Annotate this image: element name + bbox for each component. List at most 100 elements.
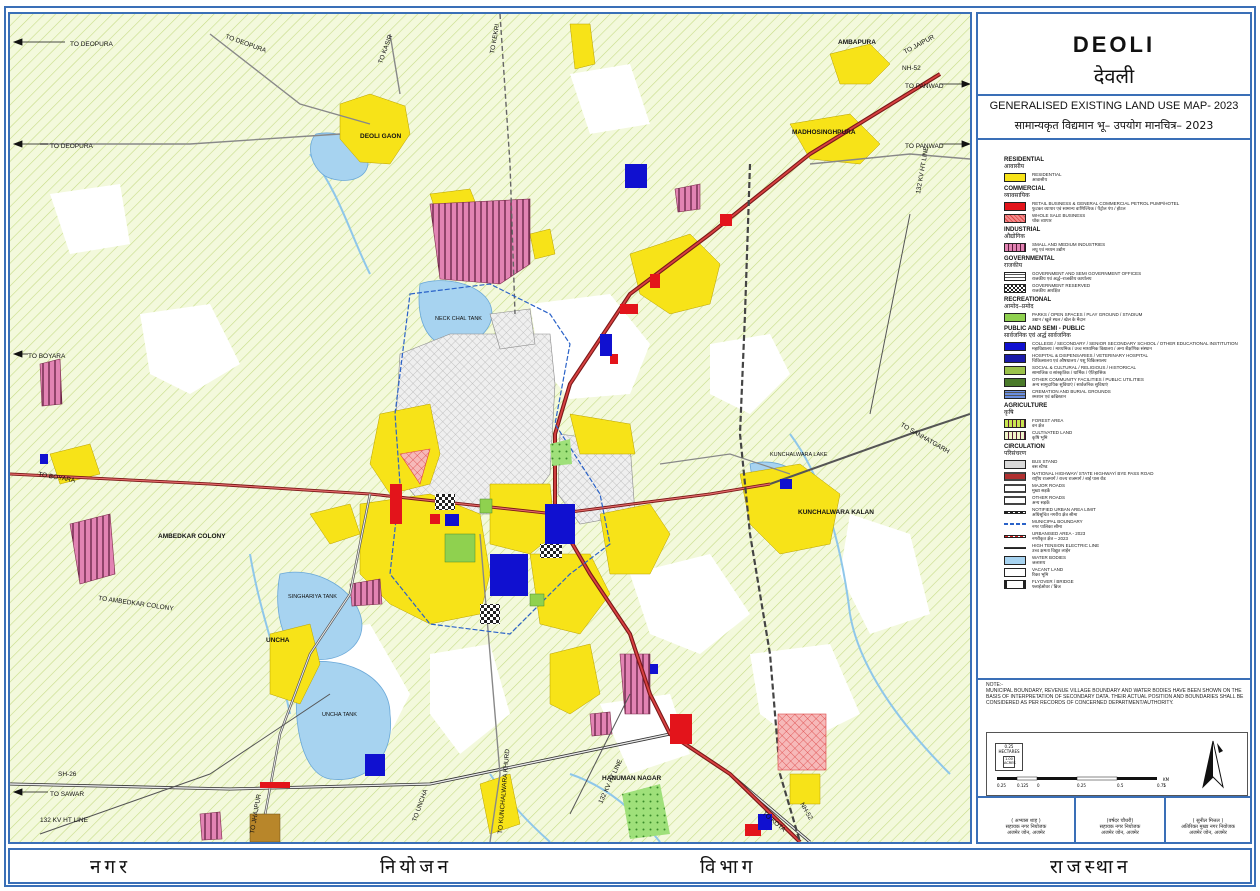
legend-label: RETAIL BUSINESS & GENERAL COMMERCIAL PET… bbox=[1032, 201, 1180, 211]
north-arrow-icon bbox=[1202, 740, 1224, 789]
legend-swatch bbox=[1004, 567, 1026, 577]
legend-item: FOREST AREA वन क्षेत्र bbox=[1004, 417, 1244, 429]
legend-swatch bbox=[1004, 213, 1026, 223]
legend-swatch bbox=[1004, 471, 1026, 481]
legend-label: COLLEGE / SECONDARY / SENIOR SECONDARY S… bbox=[1032, 341, 1238, 351]
scale-tick-label: 0.25 bbox=[997, 783, 1006, 788]
legend-item: NATIONAL HIGHWAY/ STATE HIGHWAY/ BYE PAS… bbox=[1004, 470, 1244, 482]
legend-group-heading: PUBLIC AND SEMI - PUBLIC bbox=[1004, 326, 1085, 332]
legend-swatch bbox=[1004, 365, 1026, 375]
legend-swatch bbox=[1004, 283, 1026, 293]
legend-swatch bbox=[1004, 555, 1026, 565]
scale-ticks: 0.25 0.125 0 0.25 0.5 0.75 1 bbox=[993, 783, 1193, 791]
legend-swatch bbox=[1004, 495, 1026, 505]
legend-item: GOVERNMENT AND SEMI GOVERNMENT OFFICES रा… bbox=[1004, 270, 1244, 282]
legend-label: NOTIFIED URBAN AREA LIMIT अधिसूचित नगरीय … bbox=[1032, 507, 1096, 517]
legend-group-heading: COMMERCIAL bbox=[1004, 186, 1046, 192]
legend-item: HOSPITAL & DISPENSARIES / VETERINARY HOS… bbox=[1004, 352, 1244, 364]
legend-group-heading-hindi: सार्वजनिक एवं अर्द्ध सार्वजनिक bbox=[1004, 333, 1071, 339]
label-madhosinghpura: MADHOSINGHPURA bbox=[792, 129, 856, 136]
legend-swatch bbox=[1004, 242, 1026, 252]
map-canvas[interactable]: TO DEOPURA TO DEOPURA TO DEOPURA TO KASI… bbox=[10, 14, 970, 842]
legend-label: PARKS / OPEN SPACES / PLAY GROUND / STAD… bbox=[1032, 312, 1143, 322]
legend-item: NOTIFIED URBAN AREA LIMIT अधिसूचित नगरीय … bbox=[1004, 506, 1244, 518]
note-text: MUNICIPAL BOUNDARY, REVENUE VILLAGE BOUN… bbox=[986, 688, 1244, 706]
legend-swatch bbox=[1004, 389, 1026, 399]
legend-item: WATER BODIES जलाशय bbox=[1004, 554, 1244, 566]
legend-item: OTHER ROADS अन्य सड़कें bbox=[1004, 494, 1244, 506]
legend-item: CREMATION AND BURIAL GROUNDS श्मशान एवं क… bbox=[1004, 388, 1244, 400]
scale-tick-label: 0.5 bbox=[1117, 783, 1124, 788]
legend-item: FLYOVER / BRIDGE फ्लाईओवर / ब्रिज bbox=[1004, 578, 1244, 590]
scale-area-hectares: 0.25 HECTARES bbox=[998, 744, 1020, 754]
divider bbox=[978, 678, 1250, 680]
legend-swatch bbox=[1004, 201, 1026, 211]
label-ambedkar-colony: AMBEDKAR COLONY bbox=[158, 533, 226, 540]
legend-label: MUNICIPAL BOUNDARY नगर पालिका सीमा bbox=[1032, 519, 1083, 529]
legend-label: MAJOR ROADS मुख्य सड़कें bbox=[1032, 483, 1066, 493]
legend-item: CULTIVATED LAND कृषि भूमि bbox=[1004, 429, 1244, 441]
label-to-sawar: TO SAWAR bbox=[50, 791, 84, 798]
legend-item: VACANT LAND रिक्त भूमि bbox=[1004, 566, 1244, 578]
legend-item: SOCIAL & CULTURAL / RELIGIOUS / HISTORIC… bbox=[1004, 364, 1244, 376]
legend-item: RESIDENTIAL आवासीय bbox=[1004, 171, 1244, 183]
label-to-deopura-1: TO DEOPURA bbox=[70, 41, 114, 48]
signature-office: अजमेर जोन, अजमेर bbox=[1189, 830, 1227, 836]
legend-label: WATER BODIES जलाशय bbox=[1032, 555, 1067, 565]
footer-word-3: विभाग bbox=[700, 856, 757, 878]
legend-item: MAJOR ROADS मुख्य सड़कें bbox=[1004, 482, 1244, 494]
legend-swatch bbox=[1004, 534, 1026, 538]
scale-box: 0.25 HECTARES 1.00 ACRES 0.25 0.125 0 0.25 0… bbox=[986, 732, 1248, 796]
legend-item: WHOLE SALE BUSINESS थोक व्यापार bbox=[1004, 212, 1244, 224]
label-to-boyara-1: TO BOYARA bbox=[28, 353, 66, 360]
label-to-panwad-1: TO PANWAD bbox=[905, 83, 944, 90]
legend-label: NATIONAL HIGHWAY/ STATE HIGHWAY/ BYE PAS… bbox=[1032, 471, 1154, 481]
legend-swatch bbox=[1004, 353, 1026, 363]
footer-word-4: राजस्थान bbox=[1050, 856, 1132, 878]
legend-item: GOVERNMENT RESERVED राजकीय आरक्षित bbox=[1004, 282, 1244, 294]
legend-item: HIGH TENSION ELECTRIC LINE उच्च क्षमता वि… bbox=[1004, 542, 1244, 554]
legend-label: CREMATION AND BURIAL GROUNDS श्मशान एवं क… bbox=[1032, 389, 1111, 399]
scale-tick-label: 0.125 bbox=[1017, 783, 1029, 788]
divider bbox=[978, 138, 1250, 140]
signature-3: ( सुनील मित्तल ) अतिरिक्त मुख्य नगर नियो… bbox=[1164, 796, 1250, 844]
legend-panel: DEOLI देवली GENERALISED EXISTING LAND US… bbox=[976, 12, 1252, 844]
legend-group-heading-hindi: कृषि bbox=[1004, 410, 1014, 416]
legend-label: SMALL AND MEDIUM INDUSTRIES लघु एवं मध्यम… bbox=[1032, 242, 1106, 252]
legend-label: OTHER COMMUNITY FACILITIES / PUBLIC UTIL… bbox=[1032, 377, 1144, 387]
note: NOTE:- MUNICIPAL BOUNDARY, REVENUE VILLA… bbox=[986, 682, 1246, 706]
signature-1: ( अभ्यास शाह ) सहायक नगर नियोजक अजमेर जो… bbox=[978, 796, 1074, 844]
land-use-map[interactable]: TO DEOPURA TO DEOPURA TO DEOPURA TO KASI… bbox=[8, 12, 972, 844]
legend-label: OTHER ROADS अन्य सड़कें bbox=[1032, 495, 1066, 505]
legend-group-heading: RESIDENTIAL bbox=[1004, 157, 1045, 163]
legend-label: GOVERNMENT AND SEMI GOVERNMENT OFFICES रा… bbox=[1032, 271, 1142, 281]
legend-swatch bbox=[1004, 579, 1026, 589]
legend-group-heading-hindi: परिसंचरण bbox=[1004, 451, 1027, 457]
legend-label: FLYOVER / BRIDGE फ्लाईओवर / ब्रिज bbox=[1032, 579, 1074, 589]
scale-tick-label: 1 bbox=[1163, 783, 1166, 788]
legend-item: PARKS / OPEN SPACES / PLAY GROUND / STAD… bbox=[1004, 311, 1244, 323]
legend-label: CULTIVATED LAND कृषि भूमि bbox=[1032, 430, 1073, 440]
legend-swatch bbox=[1004, 483, 1026, 493]
legend-group-heading: CIRCULATION bbox=[1004, 444, 1045, 450]
legend-swatch bbox=[1004, 172, 1026, 182]
divider bbox=[978, 94, 1250, 96]
footer-word-1: नगर bbox=[90, 856, 132, 878]
legend-swatch bbox=[1004, 430, 1026, 440]
map-subtitle: GENERALISED EXISTING LAND USE MAP- 2023 bbox=[989, 100, 1239, 112]
legend-label: WHOLE SALE BUSINESS थोक व्यापार bbox=[1032, 213, 1086, 223]
legend-swatch bbox=[1004, 459, 1026, 469]
legend-swatch bbox=[1004, 271, 1026, 281]
footer-word-2: नियोजन bbox=[380, 856, 453, 878]
map-title: DEOLI bbox=[1072, 32, 1156, 57]
legend-label: BUS STAND बस स्टैण्ड bbox=[1032, 459, 1058, 469]
legend-item: OTHER COMMUNITY FACILITIES / PUBLIC UTIL… bbox=[1004, 376, 1244, 388]
map-subtitle-hindi: सामान्यकृत विद्यमान भू– उपयोग मानचित्र– … bbox=[1014, 119, 1214, 132]
label-deoli-gaon: DEOLI GAON bbox=[360, 133, 401, 140]
legend-group-heading-hindi: आवासीय bbox=[1004, 164, 1025, 170]
label-sh26: SH-26 bbox=[58, 771, 77, 778]
divider bbox=[978, 796, 1250, 798]
label-ambapura: AMBAPURA bbox=[838, 39, 876, 46]
legend-label: HOSPITAL & DISPENSARIES / VETERINARY HOS… bbox=[1032, 353, 1149, 363]
legend-label: FOREST AREA वन क्षेत्र bbox=[1032, 418, 1064, 428]
